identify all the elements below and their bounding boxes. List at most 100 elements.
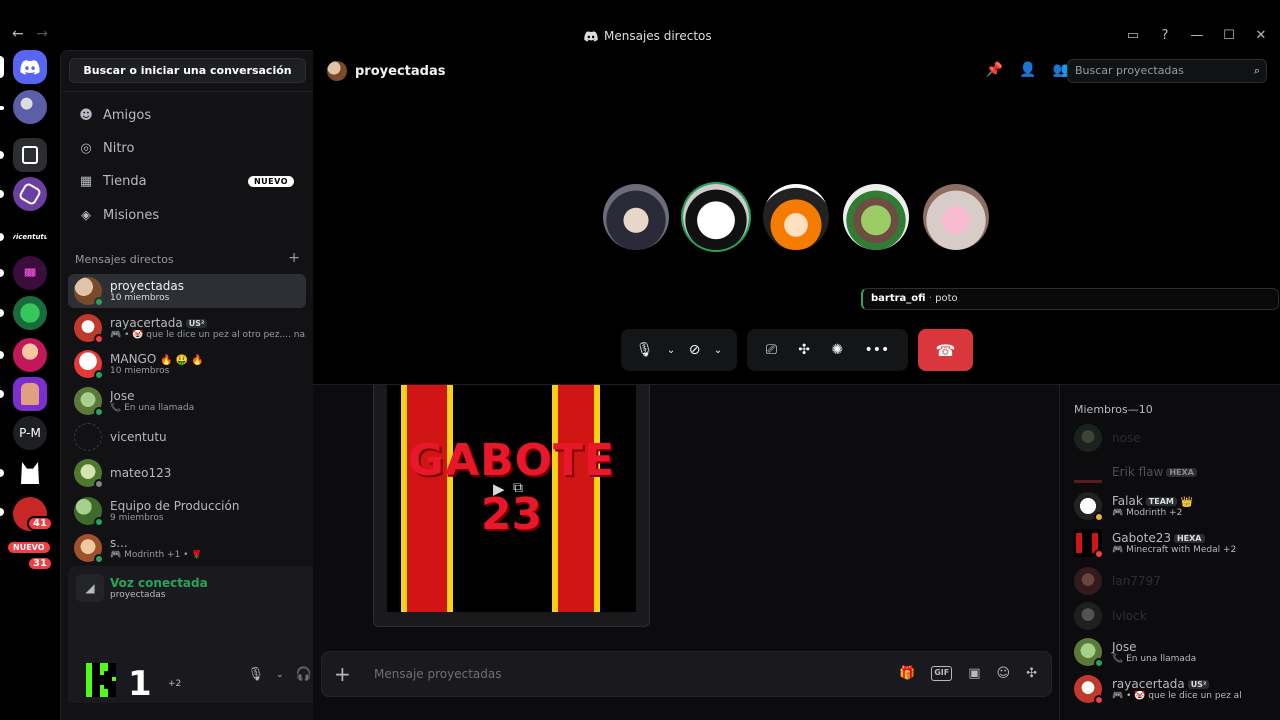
dm-sidebar: Buscar o iniciar una conversación ☻ Amig… <box>60 50 367 720</box>
composer-tools: 🎁 GIF ▣ ☺ ✣ <box>899 666 1037 681</box>
pin-icon[interactable]: 📌 <box>986 62 1003 78</box>
window-title: Mensajes directos <box>584 29 712 43</box>
gift-icon[interactable]: 🎁 <box>899 666 915 681</box>
back-arrow-icon[interactable]: ← <box>12 26 24 42</box>
dm-item[interactable]: mateo123 <box>68 456 306 490</box>
voice-status-row: ◢ Voz conectada proyectadas <box>76 574 208 602</box>
call-message-toast[interactable]: bartra_ofi · poto <box>861 288 1279 310</box>
chevron-down-icon[interactable]: ⌄ <box>714 345 722 356</box>
member-item[interactable]: Gabote23 HEXA 🎮 Minecraft with Medal +2 <box>1074 526 1274 560</box>
create-dm-icon[interactable]: + <box>288 251 300 266</box>
dm-item[interactable]: MANGO 🔥 🤑 🔥 10 miembros <box>68 347 306 381</box>
server-vicentutu[interactable]: vicentutu <box>13 220 47 254</box>
nitro-icon: ◎ <box>80 140 92 156</box>
call-participant-avatar[interactable] <box>603 184 669 250</box>
forward-arrow-icon[interactable]: → <box>36 26 48 42</box>
emoji-icon[interactable]: ☺ <box>997 666 1011 681</box>
member-item[interactable]: lan7797 <box>1074 564 1274 598</box>
call-participant-avatar[interactable] <box>763 184 829 250</box>
gif-icon[interactable]: GIF <box>931 666 953 681</box>
server-green[interactable] <box>13 296 47 330</box>
friends-icon: ☻ <box>79 107 93 123</box>
dm-emoji: 🔥 🤑 🔥 <box>160 355 204 366</box>
channel-search-input[interactable]: Buscar proyectadas ⌕ <box>1067 59 1267 83</box>
server-unread-indicator <box>0 190 4 198</box>
member-item[interactable]: rayacertada US² 🎮 • 🤡 que le dice un pez … <box>1074 672 1274 706</box>
more-icon[interactable]: ••• <box>864 342 889 358</box>
attach-plus-icon[interactable]: + <box>334 662 351 686</box>
nav-label: Misiones <box>103 207 160 223</box>
member-item[interactable]: nose <box>1074 421 1274 455</box>
close-icon[interactable]: ✕ <box>1252 28 1270 43</box>
video-thumbnail[interactable]: GABOTE 23 ▶ ⧉ <box>387 385 636 612</box>
chevron-down-icon[interactable]: ⌄ <box>276 667 284 682</box>
soundboard-icon[interactable]: ✺ <box>831 342 843 358</box>
status-dot <box>94 370 104 380</box>
dm-sub: 🎮 Modrinth +1 • 🌹 <box>110 550 203 560</box>
nav-misiones[interactable]: ◈ Misiones <box>69 200 306 230</box>
member-item[interactable]: Erik flaw HEXA <box>1074 455 1274 489</box>
add-friends-icon[interactable]: 👤 <box>1019 62 1036 78</box>
help-icon[interactable]: ? <box>1156 28 1174 43</box>
server-cat[interactable] <box>13 456 47 490</box>
crown-icon: 👑 <box>1180 497 1194 508</box>
microphone-icon[interactable]: 🎙 <box>636 342 654 358</box>
nav-amigos[interactable]: ☻ Amigos <box>69 100 306 130</box>
voice-status[interactable]: Voz conectada <box>110 576 208 590</box>
member-name: lan7797 <box>1112 574 1161 588</box>
dm-item[interactable]: Jose 📞 En una llamada <box>68 384 306 418</box>
search-icon: ⌕ <box>1253 64 1260 77</box>
call-participant-avatar[interactable] <box>843 184 909 250</box>
open-external-icon[interactable]: ⧉ <box>513 480 523 496</box>
member-item[interactable]: Falak TEAM 👑 🎮 Modrinth +2 <box>1074 489 1274 523</box>
signal-icon[interactable]: ◢ <box>76 574 104 602</box>
chevron-down-icon[interactable]: ⌄ <box>667 345 675 356</box>
window-controls: ▭ ? — ☐ ✕ <box>1124 28 1270 43</box>
dm-item[interactable]: Equipo de Producción 9 miembros <box>68 494 306 528</box>
call-participant-avatar[interactable] <box>923 184 989 250</box>
server-avatar-purple[interactable] <box>13 377 47 411</box>
member-name: Falak TEAM 👑 <box>1112 494 1193 508</box>
server-pm[interactable]: P-M <box>13 416 47 450</box>
minimize-icon[interactable]: — <box>1188 28 1206 43</box>
home-button[interactable] <box>13 50 47 84</box>
status-dot <box>94 297 104 307</box>
server-hex[interactable] <box>13 177 47 211</box>
maximize-icon[interactable]: ☐ <box>1220 28 1238 43</box>
dm-item[interactable]: vicentutu <box>68 420 306 454</box>
dm-item[interactable]: s... 🎮 Modrinth +1 • 🌹 <box>68 531 306 565</box>
video-embed[interactable]: GABOTE 23 ▶ ⧉ <box>373 385 650 627</box>
headphones-icon[interactable]: 🎧 <box>296 667 312 682</box>
voice-channel[interactable]: proyectadas <box>110 590 208 600</box>
activities-icon[interactable]: ✣ <box>798 342 810 358</box>
dm-item[interactable]: proyectadas 10 miembros <box>68 274 306 308</box>
microphone-icon[interactable]: 🎙 <box>248 667 265 682</box>
server-pixel-art[interactable]: ▓▓ <box>13 256 47 290</box>
camera-off-icon[interactable]: ⊘ <box>689 342 701 358</box>
member-activity: 🎮 • 🤡 que le dice un pez al o... <box>1112 691 1242 701</box>
dm-item[interactable]: rayacertada US² 🎮 • 🤡 que le dice un pez a… <box>68 311 306 345</box>
avatar <box>74 497 104 527</box>
nav-tienda[interactable]: ▦ Tienda NUEVO <box>69 166 306 196</box>
member-item[interactable]: lvlock <box>1074 599 1274 633</box>
member-item[interactable]: Jose 📞 En una llamada <box>1074 635 1274 669</box>
avatar <box>1074 469 1102 483</box>
server-copy[interactable] <box>13 138 47 172</box>
status-dot <box>94 407 104 417</box>
hang-up-button[interactable]: ☎ <box>918 329 973 371</box>
call-participant-avatar[interactable] <box>683 184 749 250</box>
server-pink[interactable] <box>13 338 47 372</box>
avatar <box>1074 529 1104 559</box>
status-dot <box>1094 512 1104 522</box>
play-icon[interactable]: ▶ <box>493 480 505 498</box>
nav-nitro[interactable]: ◎ Nitro <box>69 133 306 163</box>
server-voice-group[interactable] <box>13 90 47 124</box>
dm-name: MANGO 🔥 🤑 🔥 <box>110 352 204 366</box>
server-rail: vicentutu ▓▓ P-M 41 NUEVO 31 <box>0 50 60 720</box>
apps-icon[interactable]: ✣ <box>1026 666 1037 681</box>
sticker-icon[interactable]: ▣ <box>968 666 980 681</box>
inbox-icon[interactable]: ▭ <box>1124 28 1142 43</box>
message-input[interactable]: Mensaje proyectadas <box>374 667 501 681</box>
find-conversation-button[interactable]: Buscar o iniciar una conversación <box>69 58 306 83</box>
screen-share-icon[interactable]: ⎚ <box>766 342 777 358</box>
